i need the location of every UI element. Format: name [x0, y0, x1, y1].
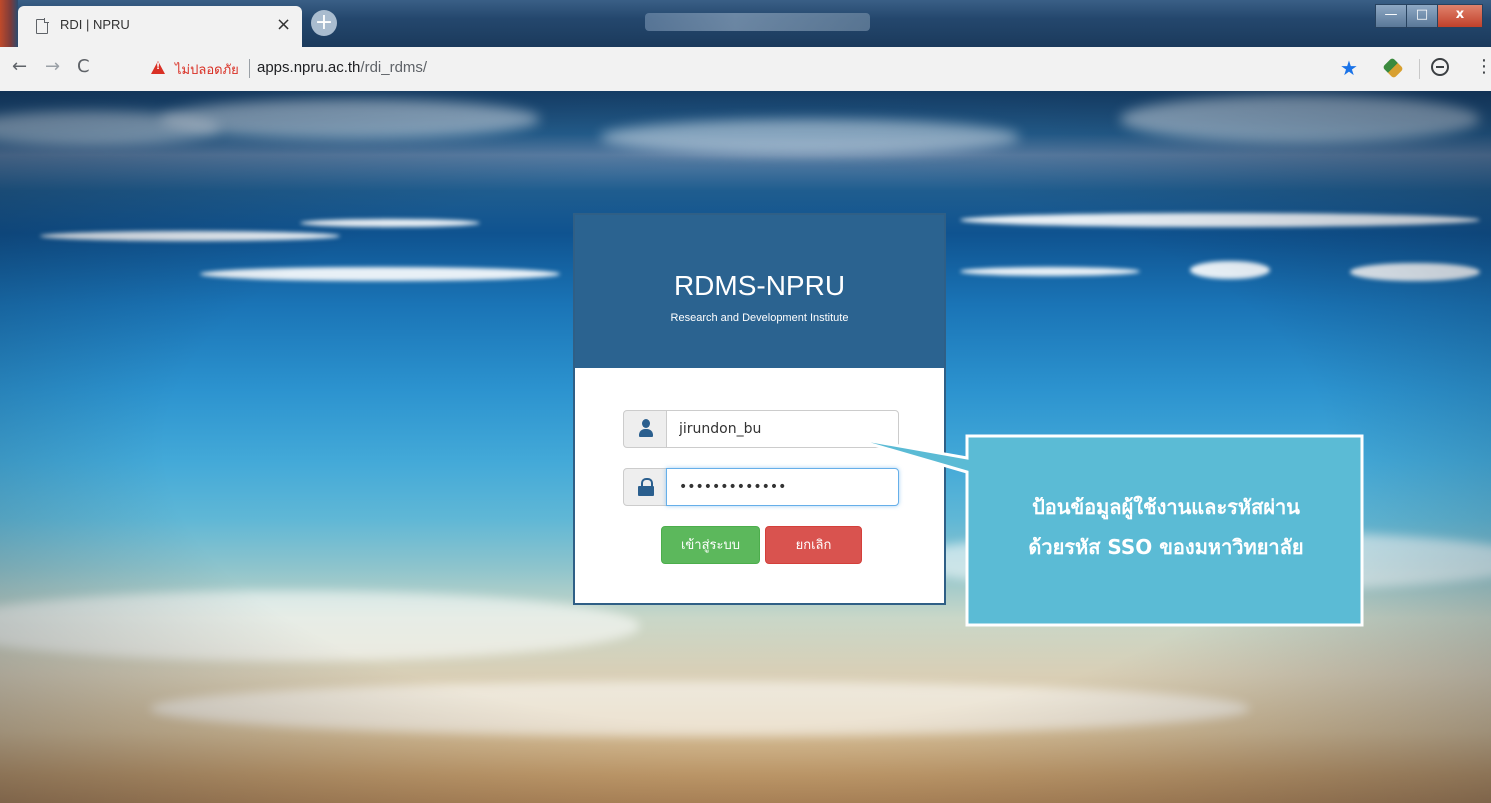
window-close-button[interactable]: x [1437, 4, 1483, 28]
tab-close-icon[interactable]: × [276, 14, 291, 35]
new-tab-button[interactable]: + [311, 10, 337, 36]
app-brand-title: RDMS-NPRU [673, 270, 846, 301]
lock-icon [638, 478, 654, 496]
user-icon [638, 419, 654, 439]
profile-icon[interactable] [1431, 58, 1449, 76]
username-input[interactable] [666, 410, 899, 448]
password-input[interactable] [666, 468, 899, 506]
browser-tab[interactable]: RDI | NPRU × [18, 6, 302, 47]
callout-line-1: ป้อนข้อมูลผู้ใช้งานและรหัสผ่าน [1032, 495, 1300, 519]
callout-text: ป้อนข้อมูลผู้ใช้งานและรหัสผ่าน ด้วยรหัส … [970, 487, 1362, 567]
reload-icon[interactable]: C [77, 56, 90, 77]
minimize-button[interactable]: — [1375, 4, 1407, 28]
password-field [623, 468, 899, 506]
extension-icon[interactable] [1382, 57, 1404, 79]
login-button[interactable]: เข้าสู่ระบบ [661, 526, 760, 564]
callout-line-2: ด้วยรหัส SSO ของมหาวิทยาลัย [1028, 535, 1304, 559]
window-controls: — □ x [1375, 4, 1483, 28]
app-subtitle: Research and Development Institute [670, 312, 849, 324]
browser-menu-icon[interactable]: ⋮ [1475, 56, 1491, 77]
login-card: RDMS-NPRU Research and Development Insti… [573, 213, 946, 605]
username-field [623, 410, 899, 448]
security-status[interactable]: ไม่ปลอดภัย [175, 59, 239, 80]
omnibox-separator [249, 59, 250, 78]
address-bar[interactable]: apps.npru.ac.th/rdi_rdms/ [257, 59, 427, 76]
browser-toolbar: ← → C ไม่ปลอดภัย apps.npru.ac.th/rdi_rdm… [0, 47, 1491, 92]
maximize-button[interactable]: □ [1406, 4, 1438, 28]
tab-title: RDI | NPRU [60, 17, 130, 32]
warning-icon[interactable] [151, 61, 165, 74]
titlebar-edge [0, 0, 18, 47]
url-host: apps.npru.ac.th [257, 59, 361, 76]
login-card-header: RDMS-NPRU Research and Development Insti… [575, 215, 944, 368]
forward-arrow-icon[interactable]: → [45, 56, 60, 77]
username-addon [623, 410, 667, 448]
blurred-window-title [645, 13, 870, 31]
browser-window: RDI | NPRU × + — □ x ← → C ไม่ปลอดภัย ap… [0, 0, 1491, 803]
url-path: /rdi_rdms/ [360, 59, 428, 76]
document-icon [36, 18, 49, 34]
cancel-button[interactable]: ยกเลิก [765, 526, 862, 564]
back-arrow-icon[interactable]: ← [12, 56, 27, 77]
browser-titlebar: RDI | NPRU × + — □ x [0, 0, 1491, 47]
password-addon [623, 468, 667, 506]
bookmark-star-icon[interactable]: ★ [1340, 56, 1358, 80]
toolbar-divider [1419, 59, 1420, 79]
